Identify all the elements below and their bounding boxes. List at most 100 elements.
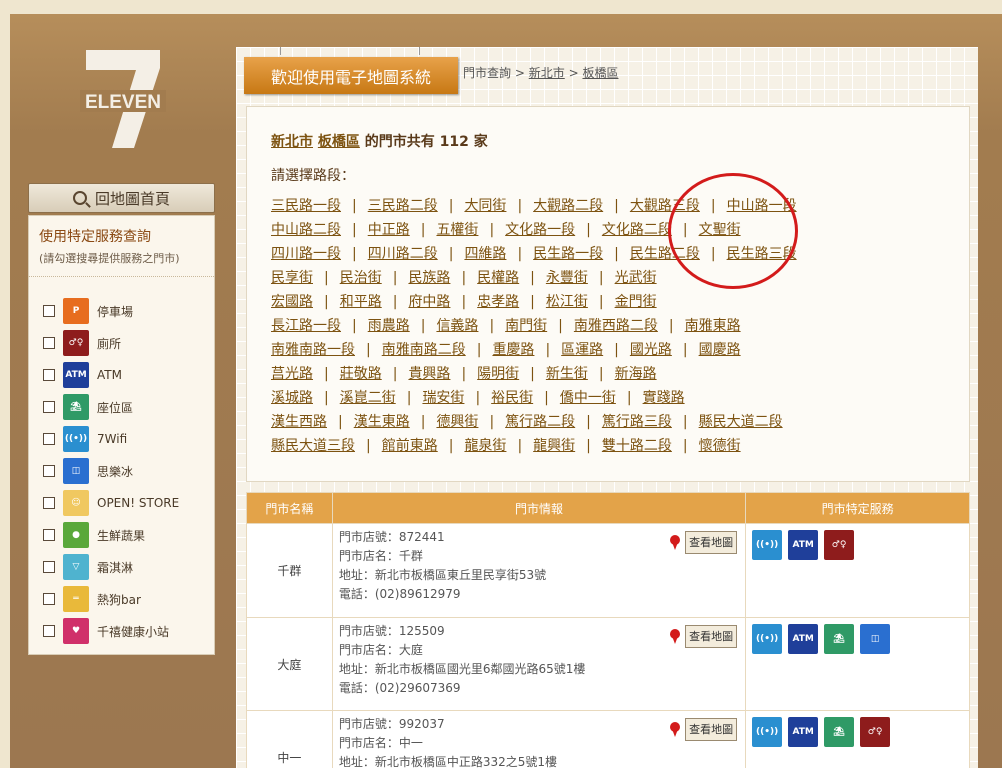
road-link[interactable]: 龍興街 bbox=[533, 438, 575, 454]
road-link[interactable]: 縣民大道三段 bbox=[271, 438, 355, 454]
road-link[interactable]: 國慶路 bbox=[699, 342, 741, 358]
road-link[interactable]: 莒光路 bbox=[271, 366, 313, 382]
road-link[interactable]: 中山路二段 bbox=[271, 222, 341, 238]
service-filter-item[interactable]: ATM ATM bbox=[43, 359, 214, 391]
service-filter-item[interactable]: ● 生鮮蔬果 bbox=[43, 519, 214, 551]
service-filter-item[interactable]: ♂♀ 廁所 bbox=[43, 327, 214, 359]
view-map-link[interactable]: 查看地圖 bbox=[669, 531, 738, 554]
road-link[interactable]: 德興街 bbox=[436, 414, 478, 430]
service-checkbox[interactable] bbox=[43, 465, 55, 477]
service-filter-item[interactable]: ═ 熱狗bar bbox=[43, 583, 214, 615]
road-link[interactable]: 館前東路 bbox=[382, 438, 438, 454]
road-link[interactable]: 南雅東路 bbox=[685, 318, 741, 334]
road-link[interactable]: 雙十路二段 bbox=[602, 438, 672, 454]
view-map-button[interactable]: 查看地圖 bbox=[685, 718, 738, 741]
road-link[interactable]: 新海路 bbox=[615, 366, 657, 382]
road-link[interactable]: 大觀路二段 bbox=[533, 198, 603, 214]
service-filter-item[interactable]: ⛱ 座位區 bbox=[43, 391, 214, 423]
road-link[interactable]: 民享街 bbox=[271, 270, 313, 286]
road-link[interactable]: 光武街 bbox=[615, 270, 657, 286]
view-map-button[interactable]: 查看地圖 bbox=[685, 531, 738, 554]
breadcrumb-city-link[interactable]: 新北市 bbox=[529, 66, 565, 80]
road-link[interactable]: 長江路一段 bbox=[271, 318, 341, 334]
road-link[interactable]: 漢生東路 bbox=[354, 414, 410, 430]
service-checkbox[interactable] bbox=[43, 497, 55, 509]
service-filter-item[interactable]: P 停車場 bbox=[43, 295, 214, 327]
road-link[interactable]: 莊敬路 bbox=[340, 366, 382, 382]
road-link[interactable]: 四川路二段 bbox=[368, 246, 438, 262]
road-link[interactable]: 漢生西路 bbox=[271, 414, 327, 430]
road-link[interactable]: 國光路 bbox=[630, 342, 672, 358]
road-link[interactable]: 文化路一段 bbox=[505, 222, 575, 238]
service-checkbox[interactable] bbox=[43, 529, 55, 541]
road-link[interactable]: 瑞安街 bbox=[422, 390, 464, 406]
road-link[interactable]: 宏國路 bbox=[271, 294, 313, 310]
road-link[interactable]: 四維路 bbox=[464, 246, 506, 262]
road-link[interactable]: 信義路 bbox=[436, 318, 478, 334]
breadcrumb-district-link[interactable]: 板橋區 bbox=[582, 66, 618, 80]
service-checkbox[interactable] bbox=[43, 433, 55, 445]
road-link[interactable]: 三民路二段 bbox=[368, 198, 438, 214]
road-link[interactable]: 貴興路 bbox=[408, 366, 450, 382]
road-link[interactable]: 裕民街 bbox=[491, 390, 533, 406]
road-link[interactable]: 篤行路二段 bbox=[505, 414, 575, 430]
road-link[interactable]: 重慶路 bbox=[492, 342, 534, 358]
road-link[interactable]: 南門街 bbox=[505, 318, 547, 334]
road-link[interactable]: 金門街 bbox=[615, 294, 657, 310]
table-row: 中一 門市店號：992037 門市店名：中一 地址：新北市板橋區中正路332之5號1樓… bbox=[246, 710, 970, 768]
road-link[interactable]: 南雅西路二段 bbox=[574, 318, 658, 334]
road-separator: | bbox=[558, 318, 563, 334]
service-checkbox[interactable] bbox=[43, 305, 55, 317]
road-link[interactable]: 大同街 bbox=[464, 198, 506, 214]
road-link[interactable]: 忠孝路 bbox=[477, 294, 519, 310]
seven-eleven-logo[interactable]: ELEVEN bbox=[78, 44, 168, 154]
road-separator: | bbox=[626, 390, 632, 406]
service-filter-item[interactable]: ▽ 霜淇淋 bbox=[43, 551, 214, 583]
parking-icon: P bbox=[63, 298, 89, 324]
service-checkbox[interactable] bbox=[43, 625, 55, 637]
home-map-button[interactable]: 回地圖首頁 bbox=[28, 183, 215, 213]
road-link[interactable]: 四川路一段 bbox=[271, 246, 341, 262]
view-map-link[interactable]: 查看地圖 bbox=[669, 718, 738, 741]
service-filter-item[interactable]: ♥ 千禧健康小站 bbox=[43, 615, 214, 647]
road-link[interactable]: 民生路一段 bbox=[533, 246, 603, 262]
road-separator: | bbox=[544, 390, 549, 406]
service-checkbox[interactable] bbox=[43, 369, 55, 381]
road-link[interactable]: 溪崑二街 bbox=[340, 390, 396, 406]
road-link[interactable]: 僑中一街 bbox=[560, 390, 616, 406]
service-checkbox[interactable] bbox=[43, 593, 55, 605]
road-link[interactable]: 區運路 bbox=[561, 342, 603, 358]
road-link[interactable]: 府中路 bbox=[408, 294, 450, 310]
road-link[interactable]: 篤行路三段 bbox=[602, 414, 672, 430]
view-map-link[interactable]: 查看地圖 bbox=[669, 625, 738, 648]
service-filter-item[interactable]: ◫ 思樂冰 bbox=[43, 455, 214, 487]
road-link[interactable]: 實踐路 bbox=[643, 390, 685, 406]
road-link[interactable]: 南雅南路二段 bbox=[382, 342, 466, 358]
road-link[interactable]: 南雅南路一段 bbox=[271, 342, 355, 358]
road-link[interactable]: 溪城路 bbox=[271, 390, 313, 406]
road-link[interactable]: 縣民大道二段 bbox=[699, 414, 783, 430]
summary-city-link[interactable]: 新北市 bbox=[271, 134, 313, 150]
road-link[interactable]: 文化路二段 bbox=[602, 222, 672, 238]
summary-district-link[interactable]: 板橋區 bbox=[318, 134, 360, 150]
road-link[interactable]: 三民路一段 bbox=[271, 198, 341, 214]
service-filter-item[interactable]: ☺ OPEN! STORE bbox=[43, 487, 214, 519]
road-link[interactable]: 中正路 bbox=[368, 222, 410, 238]
road-link[interactable]: 民族路 bbox=[408, 270, 450, 286]
road-link[interactable]: 龍泉街 bbox=[464, 438, 506, 454]
road-link[interactable]: 民權路 bbox=[477, 270, 519, 286]
road-link[interactable]: 和平路 bbox=[340, 294, 382, 310]
road-link[interactable]: 雨農路 bbox=[368, 318, 410, 334]
service-checkbox[interactable] bbox=[43, 561, 55, 573]
service-checkbox[interactable] bbox=[43, 401, 55, 413]
road-link[interactable]: 懷德街 bbox=[699, 438, 741, 454]
view-map-button[interactable]: 查看地圖 bbox=[685, 625, 738, 648]
road-link[interactable]: 陽明街 bbox=[477, 366, 519, 382]
road-link[interactable]: 永豐街 bbox=[546, 270, 588, 286]
road-link[interactable]: 民治街 bbox=[340, 270, 382, 286]
service-checkbox[interactable] bbox=[43, 337, 55, 349]
service-filter-item[interactable]: ((•)) 7Wifi bbox=[43, 423, 214, 455]
road-link[interactable]: 新生街 bbox=[546, 366, 588, 382]
road-link[interactable]: 松江街 bbox=[546, 294, 588, 310]
road-link[interactable]: 五權街 bbox=[436, 222, 478, 238]
